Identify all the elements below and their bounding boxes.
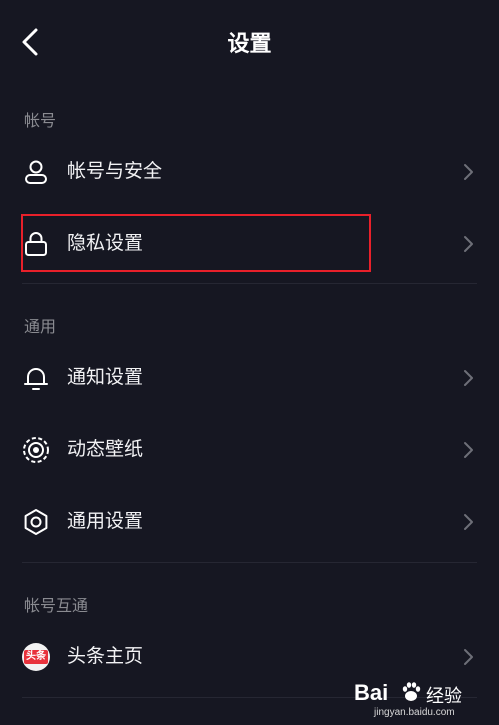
chevron-right-icon bbox=[464, 370, 473, 386]
divider bbox=[22, 283, 477, 284]
row-live-wallpaper[interactable]: 动态壁纸 bbox=[0, 414, 499, 484]
gear-icon bbox=[24, 509, 48, 535]
highlight-box bbox=[21, 214, 371, 272]
page-title: 设置 bbox=[227, 32, 272, 57]
user-icon bbox=[25, 160, 47, 184]
watermark-name: 经验 bbox=[426, 686, 462, 707]
row-notifications[interactable]: 通知设置 bbox=[0, 342, 499, 412]
chevron-right-icon bbox=[464, 649, 473, 665]
header: 设置 bbox=[0, 0, 499, 86]
row-account-security[interactable]: 帐号与安全 bbox=[0, 136, 499, 206]
row-general-settings[interactable]: 通用设置 bbox=[0, 486, 499, 556]
watermark-brand: Bai bbox=[354, 680, 389, 705]
chevron-right-icon bbox=[464, 164, 473, 180]
section-title-general: 通用 bbox=[24, 317, 57, 336]
toutiao-logo-icon: 头条 bbox=[22, 643, 50, 671]
section-title-linked: 帐号互通 bbox=[24, 596, 89, 615]
row-label: 通知设置 bbox=[67, 366, 144, 388]
row-label: 头条主页 bbox=[67, 645, 144, 667]
paw-icon bbox=[402, 682, 421, 701]
row-label: 通用设置 bbox=[67, 510, 144, 532]
watermark-url: jingyan.baidu.com bbox=[374, 707, 455, 718]
section-title-account: 帐号 bbox=[24, 111, 57, 130]
toutiao-logo-text: 头条 bbox=[24, 650, 48, 664]
wallpaper-icon bbox=[23, 437, 49, 463]
row-label: 动态壁纸 bbox=[67, 438, 144, 460]
bell-icon bbox=[24, 368, 48, 390]
divider bbox=[22, 562, 477, 563]
row-label: 帐号与安全 bbox=[67, 160, 163, 182]
chevron-right-icon bbox=[464, 236, 473, 252]
chevron-right-icon bbox=[464, 442, 473, 458]
watermark: Bai 经验 jingyan.baidu.com bbox=[350, 680, 499, 725]
chevron-right-icon bbox=[464, 514, 473, 530]
